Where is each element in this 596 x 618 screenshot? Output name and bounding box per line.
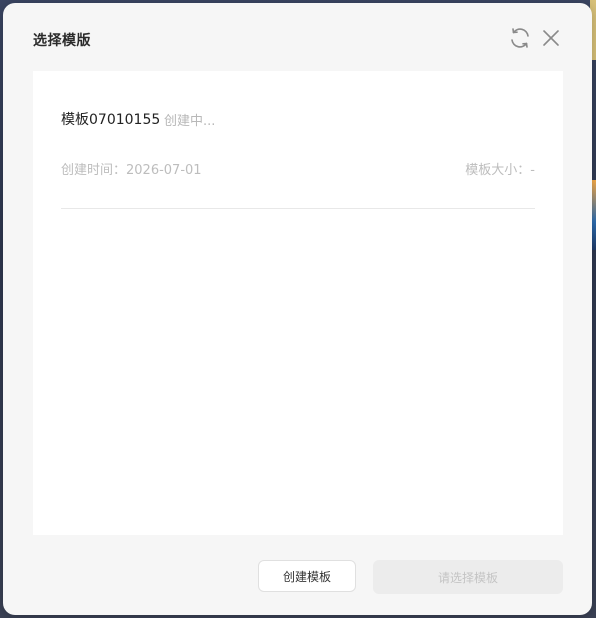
template-size-value: - [530, 163, 535, 178]
refresh-icon [511, 28, 529, 48]
template-time-label: 创建时间： [61, 163, 127, 178]
template-list-panel: 模板07010155 创建中... 创建时间：2026-07-01 模板大小：- [33, 71, 563, 535]
template-divider [61, 208, 535, 209]
select-template-dialog: 选择模版 模板07010155 创建中... 创建时间：2026-07-01 模… [3, 3, 592, 615]
template-status: 创建中... [164, 114, 216, 129]
template-size: 模板大小：- [465, 159, 535, 178]
template-time-value: 2026-07-01 [126, 163, 202, 178]
dialog-header: 选择模版 [3, 3, 592, 71]
template-item[interactable]: 模板07010155 创建中... 创建时间：2026-07-01 模板大小：- [61, 99, 535, 209]
dialog-title: 选择模版 [33, 33, 91, 49]
create-template-button[interactable]: 创建模板 [258, 560, 356, 592]
template-name: 模板07010155 [61, 112, 161, 128]
select-template-button[interactable]: 请选择模板 [373, 560, 563, 594]
close-button[interactable] [538, 25, 564, 51]
template-created-time: 创建时间：2026-07-01 [61, 159, 202, 178]
template-size-label: 模板大小： [465, 163, 531, 178]
refresh-button[interactable] [507, 25, 533, 51]
close-icon [543, 30, 559, 46]
